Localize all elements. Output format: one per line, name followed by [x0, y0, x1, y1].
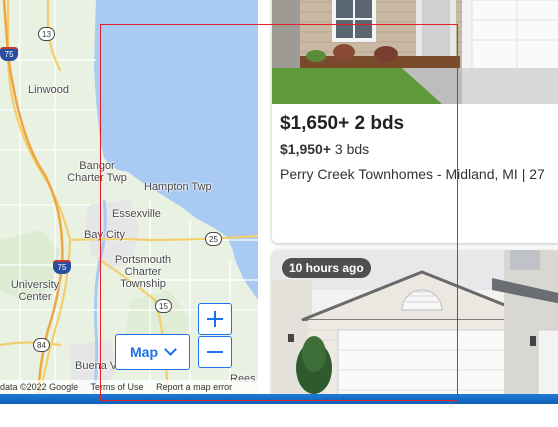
interstate-shield-75-top: 75 [0, 47, 18, 61]
listings-panel[interactable]: $1,650+ 2 bds $1,950+ 3 bds Perry Creek … [258, 0, 558, 397]
map-label-portsmouth: Portsmouth Charter Township [114, 254, 172, 290]
route-shield-13: 13 [38, 27, 55, 41]
map-label-essexville: Essexville [112, 208, 161, 220]
bottom-bar [0, 394, 558, 404]
plus-icon [207, 311, 223, 327]
listing-address[interactable]: Perry Creek Townhomes - Midland, MI | 27 [272, 157, 558, 182]
map-label-hampton: Hampton Twp [144, 181, 212, 193]
map-data-credit: data ©2022 Google [0, 382, 79, 392]
interstate-shield-75-mid: 75 [53, 260, 71, 274]
route-shield-25: 25 [205, 232, 222, 246]
map-label-linwood: Linwood [28, 84, 69, 96]
chevron-down-icon [164, 343, 177, 356]
listing-price-secondary: $1,950+ 3 bds [272, 135, 558, 157]
zoom-in-button[interactable] [198, 303, 232, 335]
minus-icon [207, 344, 223, 360]
route-shield-15: 15 [155, 299, 172, 313]
listing-card[interactable]: 10 hours ago [272, 250, 558, 397]
listing-photo[interactable] [272, 0, 558, 104]
listing-photo[interactable]: 10 hours ago [272, 250, 558, 397]
map-label-buena-vista: Buena V [75, 360, 118, 372]
map-label-university-center: University Center [10, 279, 60, 303]
map-type-button[interactable]: Map [115, 334, 190, 370]
map-label-bay-city: Bay City [84, 229, 125, 241]
listing-card[interactable]: $1,650+ 2 bds $1,950+ 3 bds Perry Creek … [272, 0, 558, 243]
listing-price-secondary-beds: 3 bds [334, 141, 370, 157]
map-label-bangor: Bangor Charter Twp [67, 160, 127, 184]
terms-of-use-link[interactable]: Terms of Use [91, 382, 144, 392]
app-root: Linwood Bangor Charter Twp Hampton Twp E… [0, 0, 558, 427]
report-map-error-link[interactable]: Report a map error [156, 382, 232, 392]
listing-price: $1,650+ 2 bds [280, 113, 405, 134]
townhome-photo [272, 0, 558, 104]
listing-time-badge: 10 hours ago [282, 258, 371, 278]
listing-price-secondary-amount: $1,950+ [280, 141, 331, 157]
map-panel[interactable]: Linwood Bangor Charter Twp Hampton Twp E… [0, 0, 258, 397]
route-shield-84: 84 [33, 338, 50, 352]
map-attribution: data ©2022 Google Terms of Use Report a … [0, 380, 258, 394]
map-type-label: Map [130, 344, 158, 360]
zoom-out-button[interactable] [198, 336, 232, 368]
